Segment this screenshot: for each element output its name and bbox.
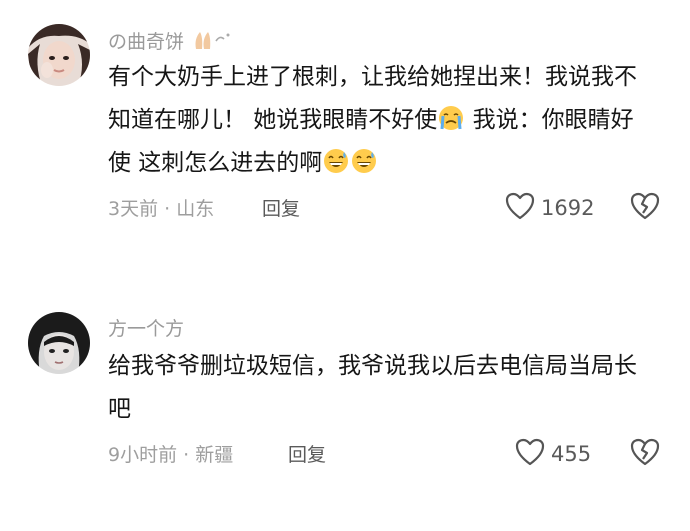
grinning-sweat-face-icon <box>351 146 377 173</box>
comment-meta: 9小时前 · 新疆 <box>108 444 234 466</box>
dislike-button[interactable] <box>630 192 660 224</box>
like-count: 455 <box>551 442 592 466</box>
comment-text-part: 给我爷爷删垃圾短信，我爷说我以后去电信局当局长吧 <box>108 353 637 422</box>
like-count: 1692 <box>541 196 595 220</box>
like-button[interactable]: 455 <box>515 438 591 470</box>
username[interactable]: の曲奇饼 <box>108 27 234 56</box>
reply-button[interactable]: 回复 <box>262 194 300 221</box>
comment-text: 有个大奶手上进了根刺，让我给她捏出来！我说我不知道在哪儿！ 她说我眼睛不好使 我… <box>108 56 653 185</box>
crying-face-icon <box>438 103 464 130</box>
username[interactable]: 方一个方 <box>108 314 184 341</box>
broken-heart-icon <box>630 192 660 224</box>
like-button[interactable]: 1692 <box>505 192 594 224</box>
heart-icon <box>515 438 545 470</box>
broken-heart-icon <box>630 438 660 470</box>
reply-button[interactable]: 回复 <box>288 440 326 467</box>
praying-hands-icon <box>190 29 234 56</box>
username-text: の曲奇饼 <box>108 31 185 53</box>
heart-icon <box>505 192 535 224</box>
comment-meta: 3天前 · 山东 <box>108 198 215 220</box>
comment-item: の曲奇饼 有个大奶手上进了根刺，让我给她捏出来！我说我不知道在哪儿！ 她说我眼睛… <box>0 0 690 260</box>
avatar[interactable] <box>28 24 90 86</box>
comment-text: 给我爷爷删垃圾短信，我爷说我以后去电信局当局长吧 <box>108 345 653 431</box>
avatar[interactable] <box>28 312 90 374</box>
dislike-button[interactable] <box>630 438 660 470</box>
comment-item: 方一个方 给我爷爷删垃圾短信，我爷说我以后去电信局当局长吧 9小时前 · 新疆 … <box>0 300 690 531</box>
grinning-sweat-face-icon <box>323 146 349 173</box>
